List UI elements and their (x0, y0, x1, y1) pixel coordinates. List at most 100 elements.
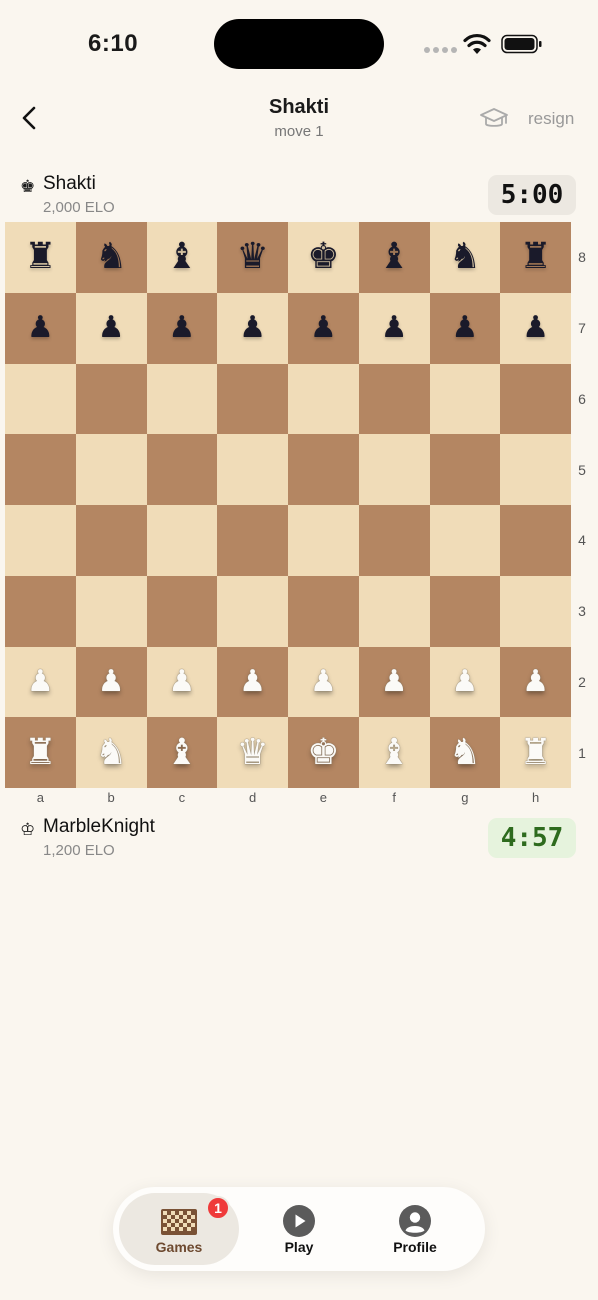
square-f1[interactable]: ♝ (358, 717, 430, 788)
square-h4[interactable] (500, 505, 571, 576)
white-pawn-icon[interactable]: ♟ (98, 666, 125, 697)
square-e8[interactable]: ♚ (288, 222, 359, 293)
white-pawn-icon[interactable]: ♟ (310, 666, 337, 697)
square-e4[interactable] (288, 505, 359, 576)
square-f6[interactable] (358, 363, 430, 435)
black-queen-icon[interactable]: ♛ (236, 239, 268, 275)
square-a2[interactable]: ♟ (5, 646, 76, 718)
square-b3[interactable] (75, 575, 147, 647)
black-pawn-icon[interactable]: ♟ (381, 313, 408, 343)
white-pawn-icon[interactable]: ♟ (239, 666, 266, 697)
square-c2[interactable]: ♟ (146, 646, 218, 718)
square-b5[interactable] (75, 434, 147, 505)
black-knight-icon[interactable]: ♞ (449, 239, 481, 275)
square-c8[interactable]: ♝ (146, 222, 218, 293)
chess-board[interactable]: ♜ ♞ ♝ ♛ ♚ ♝ ♞ ♜ ♟ ♟ ♟ ♟ ♟ ♟ ♟ ♟ ♟ ♟ ♟ ♟ ♟ ♟ ♟ ♟ ♜ ♞ ♝ ♛ ♚ ♝ ♞ ♜ (5, 222, 571, 788)
white-pawn-icon[interactable]: ♟ (168, 666, 195, 697)
square-g6[interactable] (429, 363, 501, 435)
square-d3[interactable] (217, 575, 288, 647)
resign-button[interactable]: resign (528, 109, 574, 129)
square-b2[interactable]: ♟ (75, 646, 147, 718)
black-bishop-icon[interactable]: ♝ (378, 239, 410, 275)
square-c3[interactable] (146, 575, 218, 647)
square-b1[interactable]: ♞ (75, 717, 147, 788)
square-a3[interactable] (5, 575, 76, 647)
white-pawn-icon[interactable]: ♟ (451, 666, 478, 697)
square-c4[interactable] (146, 505, 218, 576)
square-g7[interactable]: ♟ (429, 292, 501, 364)
square-e2[interactable]: ♟ (288, 646, 359, 718)
square-a5[interactable] (5, 434, 76, 505)
square-b7[interactable]: ♟ (75, 292, 147, 364)
white-pawn-icon[interactable]: ♟ (522, 666, 549, 697)
square-h6[interactable] (500, 363, 571, 435)
square-f2[interactable]: ♟ (358, 646, 430, 718)
square-e6[interactable] (288, 363, 359, 435)
square-d7[interactable]: ♟ (217, 292, 288, 364)
black-pawn-icon[interactable]: ♟ (98, 313, 125, 343)
square-e1[interactable]: ♚ (288, 717, 359, 788)
square-f3[interactable] (358, 575, 430, 647)
square-a1[interactable]: ♜ (5, 717, 76, 788)
square-d6[interactable] (217, 363, 288, 435)
black-bishop-icon[interactable]: ♝ (166, 239, 198, 275)
square-g2[interactable]: ♟ (429, 646, 501, 718)
tab-profile[interactable]: Profile (355, 1193, 475, 1265)
square-f8[interactable]: ♝ (358, 222, 430, 293)
square-a4[interactable] (5, 505, 76, 576)
square-h7[interactable]: ♟ (500, 292, 571, 364)
square-d4[interactable] (217, 505, 288, 576)
black-rook-icon[interactable]: ♜ (519, 239, 551, 275)
square-c7[interactable]: ♟ (146, 292, 218, 364)
square-g8[interactable]: ♞ (429, 222, 501, 293)
square-e3[interactable] (288, 575, 359, 647)
black-pawn-icon[interactable]: ♟ (522, 313, 549, 343)
black-knight-icon[interactable]: ♞ (95, 239, 127, 275)
black-pawn-icon[interactable]: ♟ (239, 313, 266, 343)
tab-play[interactable]: Play (239, 1193, 359, 1265)
white-bishop-icon[interactable]: ♝ (166, 734, 198, 771)
white-pawn-icon[interactable]: ♟ (27, 666, 54, 697)
white-pawn-icon[interactable]: ♟ (381, 666, 408, 697)
square-g3[interactable] (429, 575, 501, 647)
square-d2[interactable]: ♟ (217, 646, 288, 718)
black-pawn-icon[interactable]: ♟ (27, 313, 54, 343)
graduation-cap-icon[interactable] (479, 105, 509, 133)
square-f4[interactable] (358, 505, 430, 576)
black-pawn-icon[interactable]: ♟ (310, 313, 337, 343)
square-e5[interactable] (288, 434, 359, 505)
square-b6[interactable] (75, 363, 147, 435)
square-b4[interactable] (75, 505, 147, 576)
white-knight-icon[interactable]: ♞ (449, 734, 481, 771)
square-a6[interactable] (5, 363, 76, 435)
white-queen-icon[interactable]: ♛ (236, 734, 268, 771)
white-rook-icon[interactable]: ♜ (24, 734, 56, 771)
square-d8[interactable]: ♛ (217, 222, 288, 293)
square-c1[interactable]: ♝ (146, 717, 218, 788)
square-f7[interactable]: ♟ (358, 292, 430, 364)
square-h3[interactable] (500, 575, 571, 647)
square-g1[interactable]: ♞ (429, 717, 501, 788)
black-rook-icon[interactable]: ♜ (24, 239, 56, 275)
square-g4[interactable] (429, 505, 501, 576)
square-h8[interactable]: ♜ (500, 222, 571, 293)
square-g5[interactable] (429, 434, 501, 505)
white-rook-icon[interactable]: ♜ (519, 734, 551, 771)
square-h2[interactable]: ♟ (500, 646, 571, 718)
white-bishop-icon[interactable]: ♝ (378, 734, 410, 771)
square-f5[interactable] (358, 434, 430, 505)
black-pawn-icon[interactable]: ♟ (168, 313, 195, 343)
black-pawn-icon[interactable]: ♟ (451, 313, 478, 343)
square-d5[interactable] (217, 434, 288, 505)
square-h1[interactable]: ♜ (500, 717, 571, 788)
square-e7[interactable]: ♟ (288, 292, 359, 364)
square-a7[interactable]: ♟ (5, 292, 76, 364)
white-knight-icon[interactable]: ♞ (95, 734, 127, 771)
square-a8[interactable]: ♜ (5, 222, 76, 293)
square-c6[interactable] (146, 363, 218, 435)
square-h5[interactable] (500, 434, 571, 505)
square-d1[interactable]: ♛ (217, 717, 288, 788)
tab-games[interactable]: Games 1 (119, 1193, 239, 1265)
white-king-icon[interactable]: ♚ (307, 734, 339, 771)
square-b8[interactable]: ♞ (75, 222, 147, 293)
